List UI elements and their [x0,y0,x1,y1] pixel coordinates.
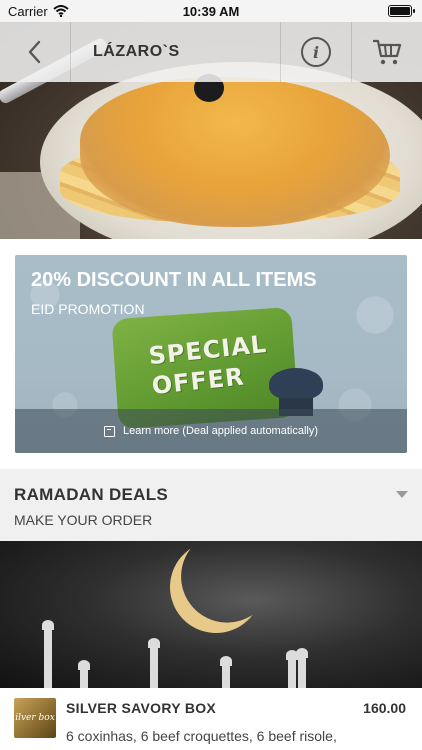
carrier-label: Carrier [8,3,48,19]
category-header[interactable]: RAMADAN DEALS MAKE YOUR ORDER [0,469,422,541]
chevron-left-icon [28,40,41,64]
category-title: RAMADAN DEALS [14,485,169,504]
promo-card[interactable]: 20% DISCOUNT IN ALL ITEMS EID PROMOTION … [15,255,407,453]
promo-subtitle: EID PROMOTION [31,301,145,317]
status-bar: Carrier 10:39 AM [0,0,422,22]
info-button[interactable]: i [280,22,351,82]
cart-icon [373,39,402,65]
wifi-icon [53,5,69,17]
chevron-down-icon[interactable] [396,491,408,498]
product-thumbnail: ilver box [14,698,56,738]
restaurant-title: LÁZARO`S [93,43,180,60]
mosque-silhouette [0,618,422,688]
promo-learn-more[interactable]: Learn more (Deal applied automatically) [15,409,407,453]
back-button[interactable] [0,22,71,82]
product-name: SILVER SAVORY BOX [66,700,217,716]
product-description: 6 coxinhas, 6 beef croquettes, 6 beef ri… [66,728,337,744]
promo-footer-label: Learn more (Deal applied automatically) [122,425,319,437]
navigation-bar: LÁZARO`S i [0,22,422,82]
cart-button[interactable] [351,22,422,82]
special-offer-text: SPECIAL OFFER [147,329,271,401]
info-icon: i [301,37,331,67]
carrier-info: Carrier [0,4,69,19]
promo-title: 20% DISCOUNT IN ALL ITEMS [31,269,317,291]
product-item[interactable]: ilver box SILVER SAVORY BOX 160.00 6 cox… [0,688,422,750]
external-link-icon [103,425,115,437]
product-price: 160.00 [363,700,406,716]
category-subtitle: MAKE YOUR ORDER [14,512,153,528]
battery-icon [388,5,415,17]
ramadan-banner-image [0,541,422,688]
